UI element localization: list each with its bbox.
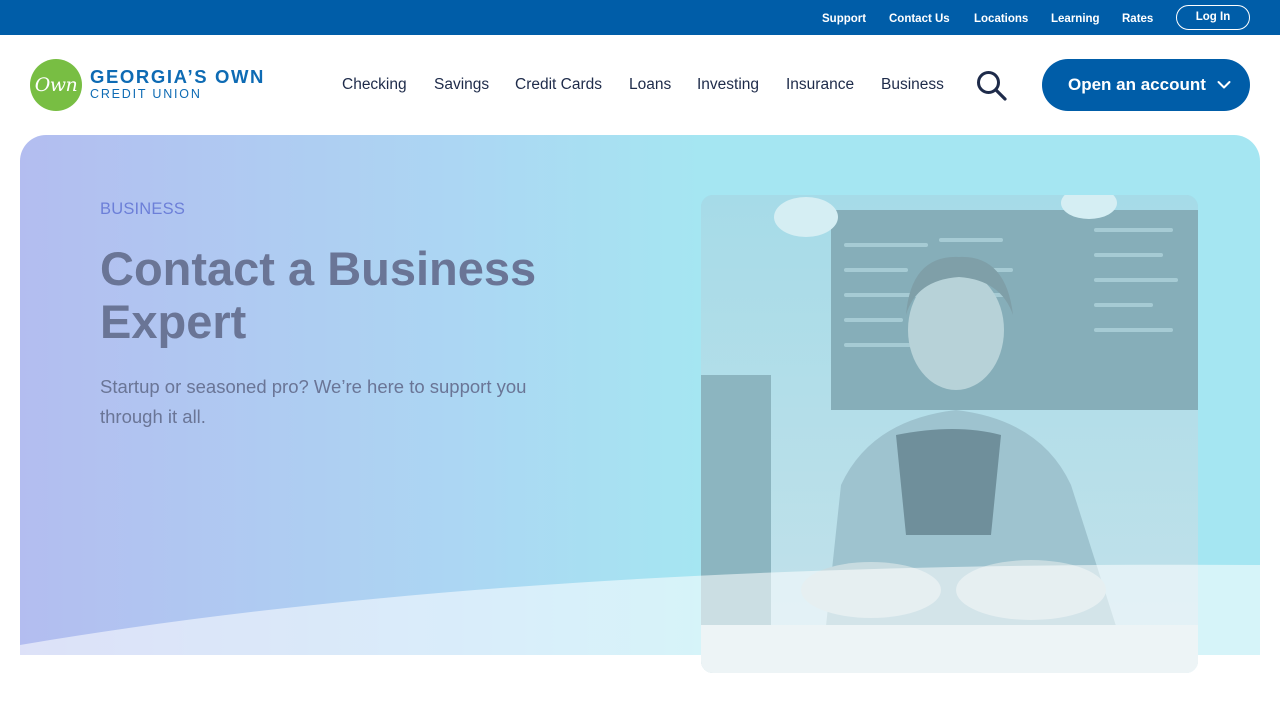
nav-item-insurance[interactable]: Insurance [786, 75, 854, 95]
nav-item-checking[interactable]: Checking [342, 75, 407, 95]
nav-item-business[interactable]: Business [881, 75, 944, 95]
logo-mark-text: Own [34, 74, 78, 96]
utility-bar: Support Contact Us Locations Learning Ra… [0, 0, 1280, 35]
open-account-label: Open an account [1068, 75, 1206, 94]
chevron-down-icon [1217, 81, 1231, 89]
utility-link-locations[interactable]: Locations [974, 12, 1028, 27]
search-icon [977, 71, 1007, 101]
nav-item-loans[interactable]: Loans [629, 75, 671, 95]
page-title: Contact a Business Expert [100, 242, 537, 348]
utility-link-learning[interactable]: Learning [1051, 12, 1100, 27]
utility-link-contact-us[interactable]: Contact Us [889, 12, 950, 27]
search-button[interactable] [975, 69, 1009, 101]
logo-wordmark-line2[interactable]: CREDIT UNION [90, 87, 202, 102]
utility-link-rates[interactable]: Rates [1122, 12, 1153, 27]
utility-link-support[interactable]: Support [822, 12, 866, 27]
hero-subtitle: Startup or seasoned pro? We’re here to s… [100, 376, 527, 427]
hero-eyebrow: BUSINESS [100, 200, 186, 218]
open-account-button[interactable]: Open an account [1042, 59, 1250, 111]
nav-item-credit-cards[interactable]: Credit Cards [515, 75, 602, 95]
nav-item-savings[interactable]: Savings [434, 75, 489, 95]
logo-mark[interactable]: Own [30, 59, 82, 111]
logo-wordmark-line1[interactable]: GEORGIA’S OWN [90, 66, 265, 88]
nav-item-investing[interactable]: Investing [697, 75, 759, 95]
log-in-button[interactable]: Log In [1176, 5, 1250, 30]
hero-wave-divider [20, 564, 1260, 680]
